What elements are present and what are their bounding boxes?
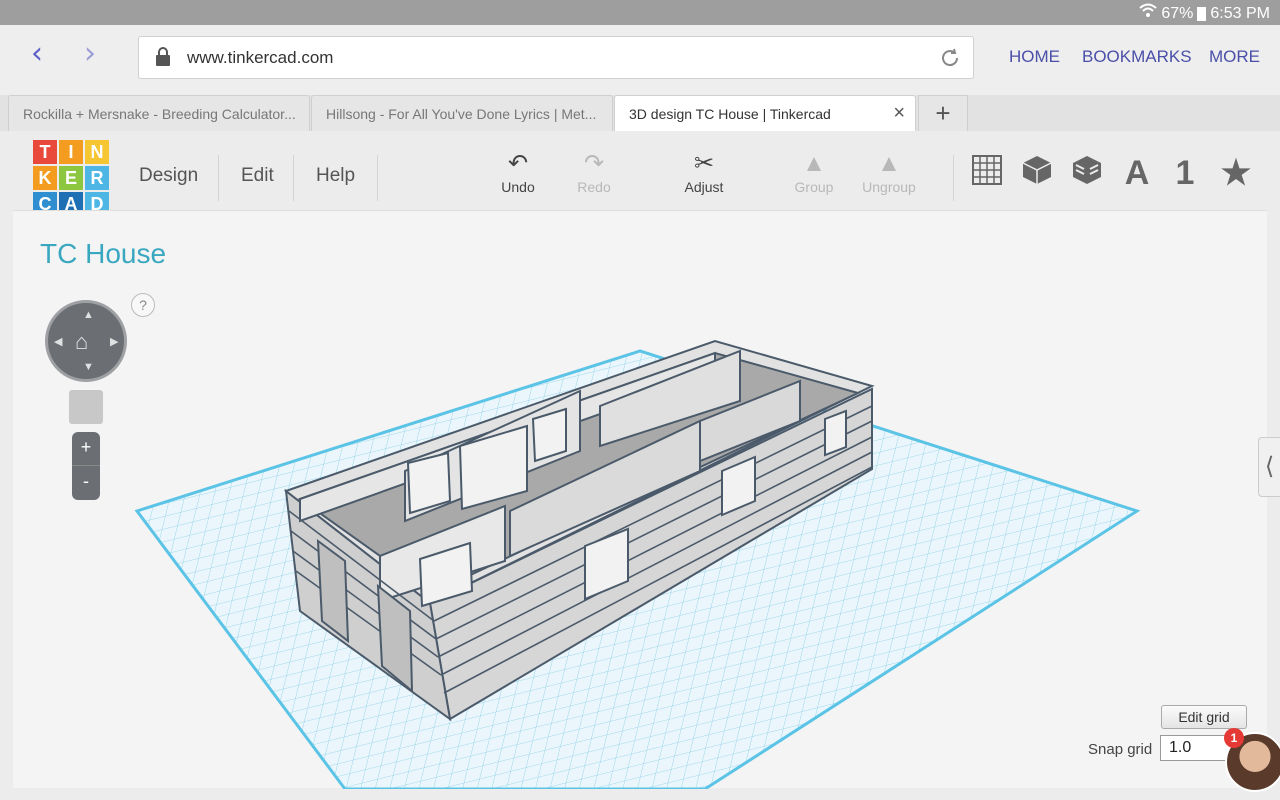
workplane-scene[interactable]: [13, 211, 1267, 789]
pan-down-icon[interactable]: ▼: [83, 361, 94, 373]
workplane-grid-icon[interactable]: [967, 153, 1007, 193]
redo-label: Redo: [577, 179, 611, 195]
undo-label: Undo: [501, 179, 535, 195]
clock: 6:53 PM: [1210, 4, 1270, 22]
group-button[interactable]: ▲ Group: [779, 149, 849, 195]
design-canvas[interactable]: [13, 210, 1267, 789]
forward-icon[interactable]: ›: [75, 39, 105, 70]
home-view-icon[interactable]: ⌂: [75, 329, 88, 355]
tab-label: Hillsong - For All You've Done Lyrics | …: [326, 106, 597, 122]
url-bar[interactable]: www.tinkercad.com: [138, 36, 974, 79]
help-icon[interactable]: ?: [131, 293, 155, 317]
url-text: www.tinkercad.com: [187, 48, 334, 67]
redo-icon: ↷: [583, 150, 605, 177]
zoom-out-button[interactable]: -: [72, 466, 100, 500]
notification-badge: 1: [1224, 728, 1244, 748]
tab-tinkercad[interactable]: 3D design TC House | Tinkercad ×: [614, 95, 916, 131]
ungroup-label: Ungroup: [862, 179, 916, 195]
edit-grid-button[interactable]: Edit grid: [1161, 705, 1247, 729]
logo-letter: E: [59, 166, 83, 190]
more-link[interactable]: MORE: [1209, 47, 1260, 67]
redo-button[interactable]: ↷ Redo: [559, 149, 629, 195]
undo-button[interactable]: ↶ Undo: [483, 149, 553, 195]
menu-edit[interactable]: Edit: [241, 165, 274, 187]
wifi-icon: [1139, 3, 1158, 24]
design-title[interactable]: TC House: [40, 238, 166, 270]
adjust-icon: ✂: [693, 150, 715, 177]
divider: [377, 155, 378, 201]
lock-icon: [156, 47, 170, 66]
battery-icon: [1197, 6, 1207, 21]
hole-box-icon[interactable]: [1067, 153, 1107, 193]
divider: [953, 155, 954, 201]
bookmarks-link[interactable]: BOOKMARKS: [1082, 47, 1192, 67]
battery-level: 67%: [1161, 4, 1194, 22]
menu-design[interactable]: Design: [139, 165, 198, 187]
text-shape-icon[interactable]: A: [1117, 153, 1157, 193]
group-icon: ▲: [802, 150, 826, 177]
adjust-label: Adjust: [684, 179, 724, 195]
logo-letter: N: [85, 140, 109, 164]
side-panel-toggle-icon[interactable]: ⟨: [1258, 437, 1280, 497]
tinkercad-logo[interactable]: T I N K E R C A D: [33, 140, 111, 218]
app-toolbar: T I N K E R C A D Design Edit Help ↶ Und…: [0, 131, 1280, 216]
zoom-control[interactable]: + -: [72, 432, 100, 500]
snap-grid-label: Snap grid: [1088, 741, 1153, 758]
tab-breeding-calculator[interactable]: Rockilla + Mersnake - Breeding Calculato…: [8, 95, 310, 131]
new-tab-icon[interactable]: +: [918, 95, 968, 131]
undo-icon: ↶: [507, 150, 529, 177]
logo-letter: I: [59, 140, 83, 164]
pan-left-icon[interactable]: ◀: [54, 335, 62, 348]
ungroup-icon: ▲: [877, 150, 901, 177]
logo-letter: K: [33, 166, 57, 190]
pan-up-icon[interactable]: ▲: [83, 309, 94, 321]
pan-right-icon[interactable]: ▶: [110, 335, 118, 348]
zoom-in-button[interactable]: +: [72, 432, 100, 466]
tab-label: Rockilla + Mersnake - Breeding Calculato…: [23, 106, 296, 122]
logo-letter: R: [85, 166, 109, 190]
divider: [218, 155, 219, 201]
back-icon[interactable]: ‹: [22, 39, 52, 70]
view-cube-icon[interactable]: [69, 390, 103, 424]
menu-help[interactable]: Help: [316, 165, 355, 187]
box-icon[interactable]: [1017, 153, 1057, 193]
ungroup-button[interactable]: ▲ Ungroup: [854, 149, 924, 195]
tab-label: 3D design TC House | Tinkercad: [629, 106, 831, 122]
divider: [293, 155, 294, 201]
close-icon[interactable]: ×: [893, 102, 905, 125]
tab-strip: Rockilla + Mersnake - Breeding Calculato…: [0, 95, 1280, 131]
group-label: Group: [794, 179, 834, 195]
tab-hillsong-lyrics[interactable]: Hillsong - For All You've Done Lyrics | …: [311, 95, 613, 131]
home-link[interactable]: HOME: [1009, 47, 1060, 67]
number-shape-icon[interactable]: 1: [1165, 153, 1205, 193]
logo-letter: T: [33, 140, 57, 164]
reload-icon[interactable]: [939, 47, 961, 69]
star-icon[interactable]: ★: [1216, 153, 1256, 193]
status-bar: 67% 6:53 PM: [0, 0, 1280, 25]
view-navigator[interactable]: ▲ ▼ ◀ ▶ ⌂: [45, 300, 127, 382]
adjust-button[interactable]: ✂ Adjust: [669, 149, 739, 195]
